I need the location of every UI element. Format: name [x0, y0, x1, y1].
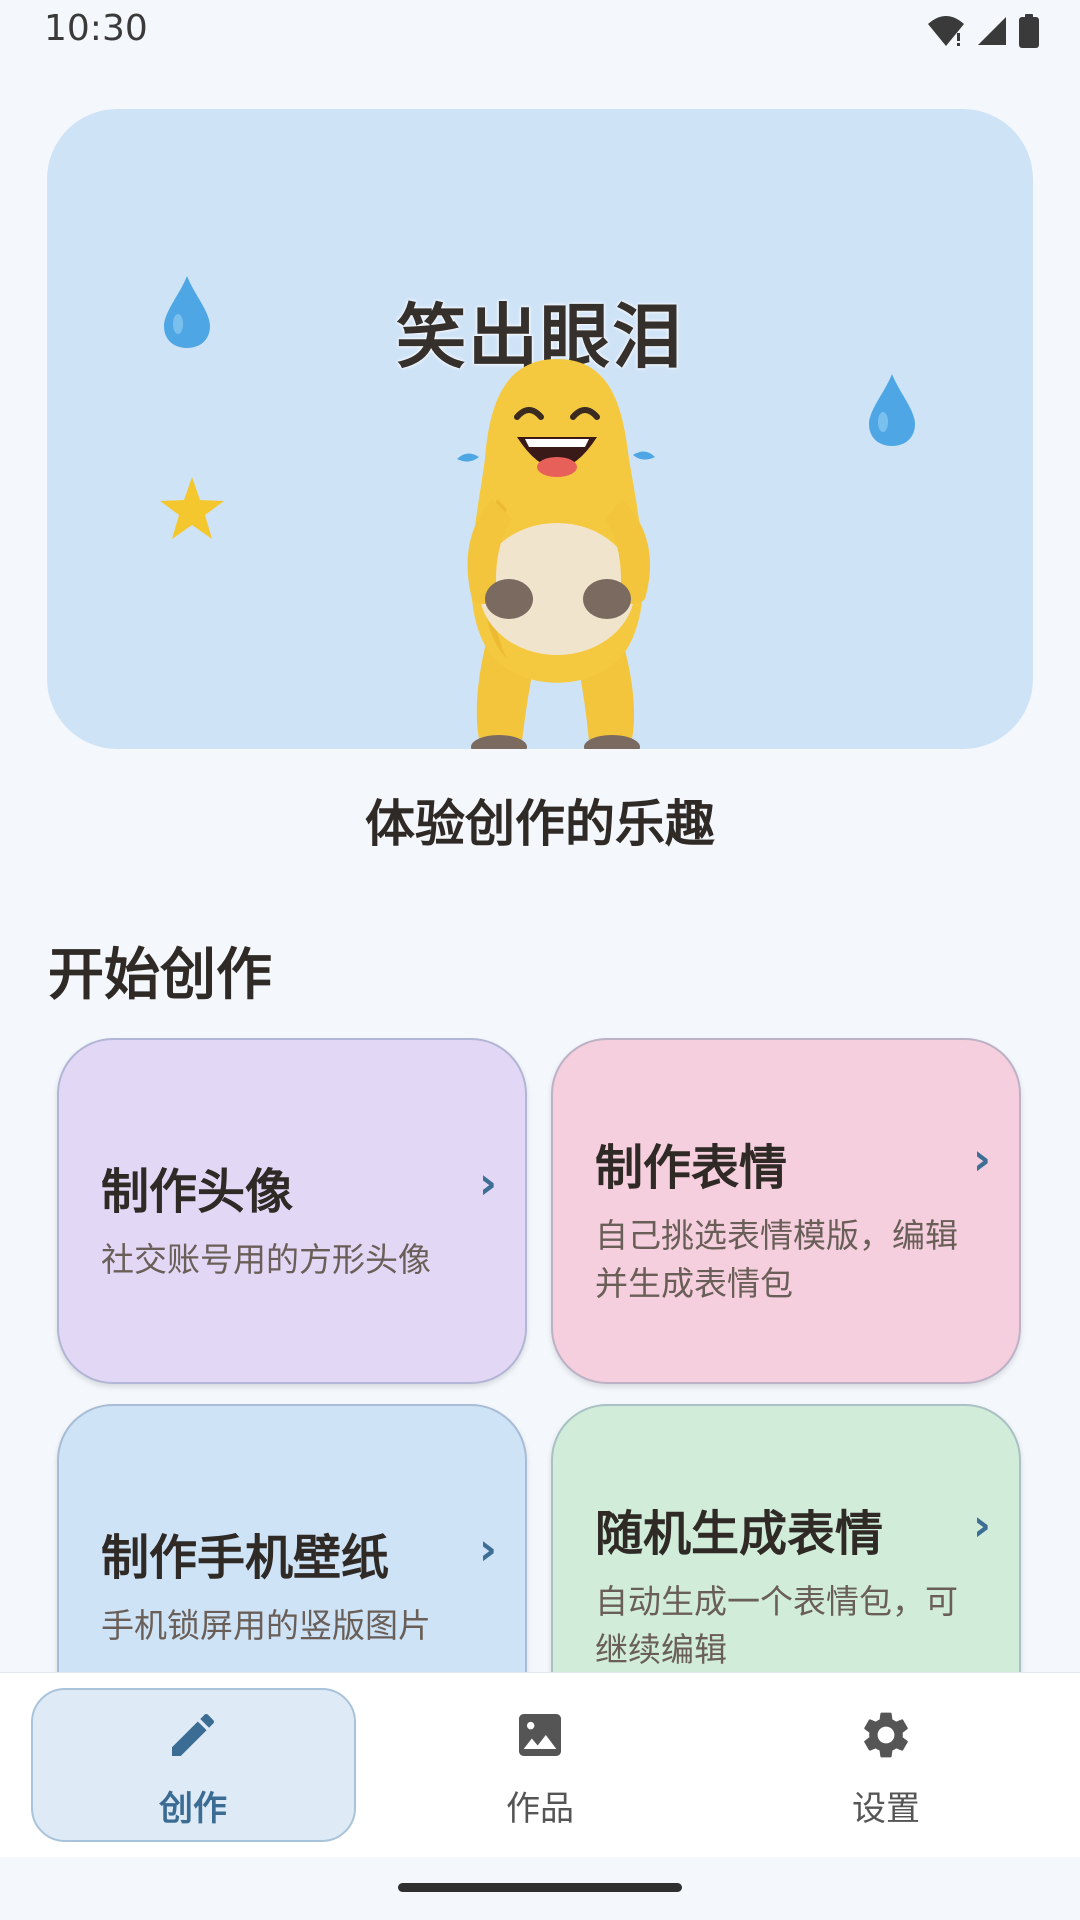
tab-label: 作品 — [506, 1789, 574, 1829]
laughing-mascot-illustration — [457, 359, 655, 749]
chevron-right-icon: › — [478, 1158, 497, 1209]
section-title: 开始创作 — [48, 943, 272, 1008]
home-indicator[interactable] — [398, 1883, 682, 1892]
hero-caption: 体验创作的乐趣 — [365, 795, 715, 853]
wifi-icon — [928, 16, 964, 46]
app-screen: 10:30 笑出眼泪 体验创作的乐趣 开始创作 制作头像 社交账号用的方形头像 … — [0, 0, 1080, 1920]
cell-signal-icon — [978, 17, 1006, 45]
star-icon — [160, 477, 224, 539]
status-icons — [926, 14, 1040, 48]
tab-works[interactable]: 作品 — [380, 1673, 700, 1857]
card-description: 社交账号用的方形头像 — [101, 1240, 431, 1279]
card-title: 制作头像 — [101, 1164, 294, 1220]
status-time: 10:30 — [44, 8, 148, 49]
make-sticker-card[interactable]: 制作表情 自己挑选表情模版，编辑并生成表情包 › — [551, 1038, 1021, 1384]
battery-icon — [1019, 14, 1039, 48]
status-bar: 10:30 — [0, 0, 1080, 64]
chevron-right-icon: › — [478, 1524, 497, 1575]
chevron-right-icon: › — [972, 1500, 991, 1551]
tab-label: 创作 — [159, 1789, 227, 1829]
card-title: 随机生成表情 — [595, 1506, 884, 1562]
card-title: 制作手机壁纸 — [101, 1530, 390, 1586]
make-avatar-card[interactable]: 制作头像 社交账号用的方形头像 › — [57, 1038, 527, 1384]
pencil-icon — [172, 1713, 215, 1756]
chevron-right-icon: › — [972, 1134, 991, 1185]
image-icon — [519, 1714, 561, 1756]
tab-settings[interactable]: 设置 — [726, 1673, 1046, 1857]
hero-banner: 笑出眼泪 — [47, 109, 1033, 749]
card-title: 制作表情 — [595, 1140, 788, 1196]
water-drop-icon — [869, 374, 915, 446]
tab-label: 设置 — [852, 1789, 920, 1829]
bottom-navigation: 创作 作品 设置 — [0, 1672, 1080, 1857]
card-description: 自己挑选表情模版，编辑并生成表情包 — [595, 1216, 958, 1303]
gear-icon — [864, 1712, 908, 1758]
card-description: 手机锁屏用的竖版图片 — [101, 1606, 431, 1645]
card-description: 自动生成一个表情包，可继续编辑 — [595, 1582, 958, 1669]
tab-create[interactable]: 创作 — [33, 1673, 353, 1857]
water-drop-icon — [164, 276, 210, 348]
